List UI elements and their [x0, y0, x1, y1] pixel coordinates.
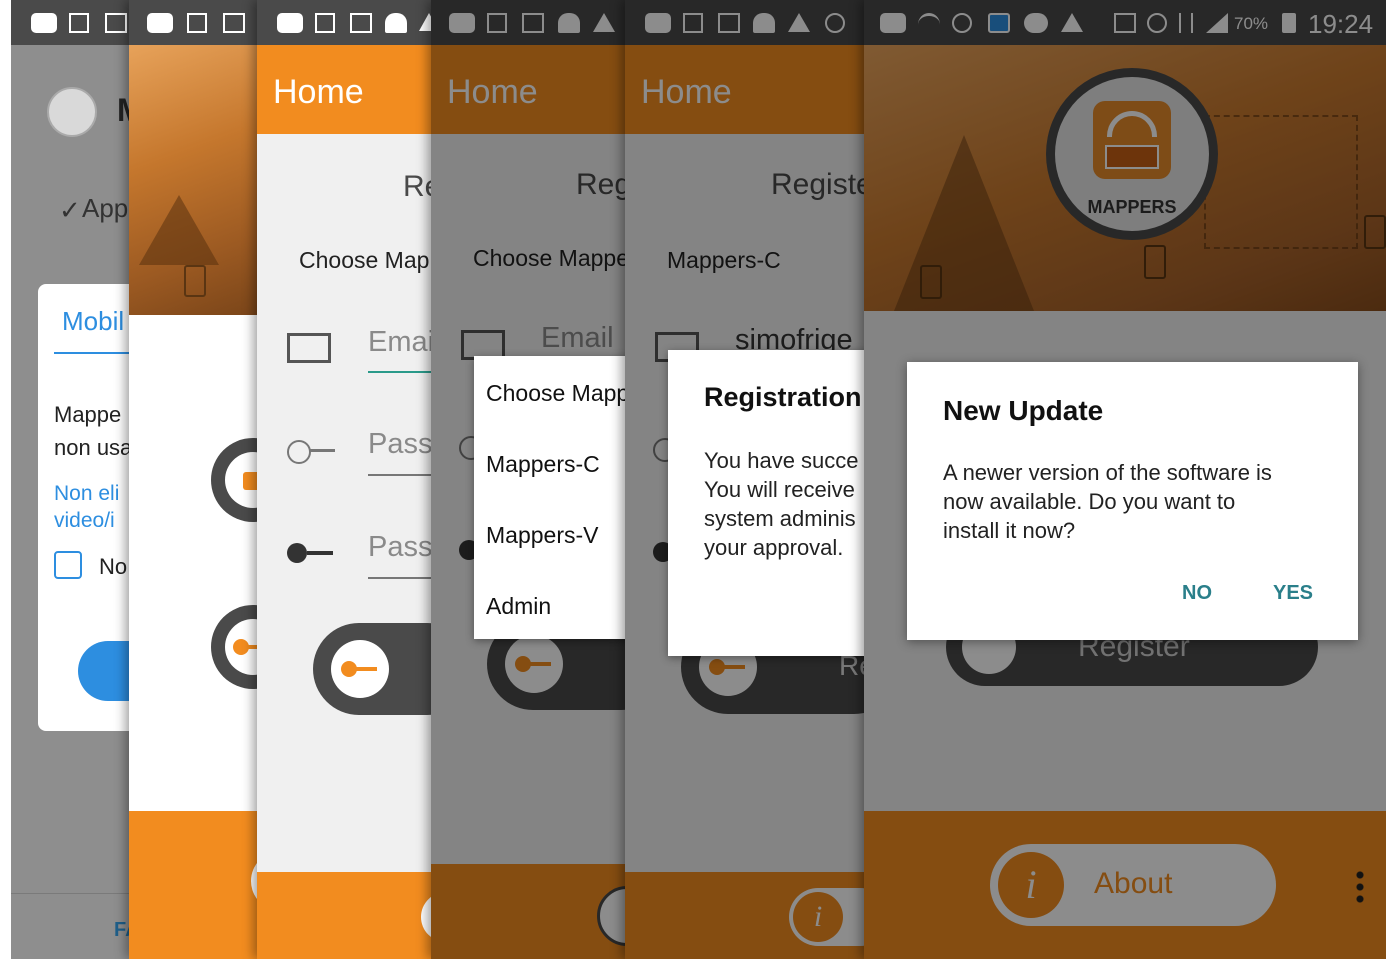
register-button[interactable]	[313, 623, 433, 715]
app-header: Home	[257, 45, 433, 134]
section-label: App	[82, 193, 129, 223]
confirm-key-icon	[287, 543, 307, 563]
mountain-sketch	[139, 195, 219, 265]
dialog-body-line2: non usa	[54, 435, 131, 460]
chat-icon	[277, 13, 303, 33]
dialog-title: New Update	[943, 395, 1104, 426]
screen-role-menu: Home Reg Choose Mappe Email Choose Mapp …	[431, 0, 627, 959]
dialog-line2: You will receive	[704, 477, 855, 502]
register-heading: Re	[403, 170, 433, 203]
email-input[interactable]: Emai	[368, 326, 433, 359]
confirm-underline	[368, 577, 433, 579]
dialog-line3: install it now?	[943, 518, 1076, 543]
gallery-icon	[315, 13, 335, 33]
dont-show-checkbox[interactable]	[54, 551, 82, 579]
dialog-line1: You have succe	[704, 448, 859, 473]
screen-register: Home Re Choose Map Emai Pass Pass	[257, 0, 433, 959]
bottom-bar	[257, 872, 433, 959]
dialog-ok-button[interactable]	[78, 641, 131, 701]
update-dialog: New Update A newer version of the softwa…	[907, 362, 1358, 640]
key-button[interactable]	[211, 605, 259, 689]
password-input[interactable]: Pass	[368, 428, 432, 461]
dialog-line1: A newer version of the software is	[943, 460, 1272, 485]
password-key-icon	[287, 440, 311, 464]
yes-button[interactable]: YES	[1273, 582, 1313, 605]
phone-sketch	[184, 265, 206, 297]
status-bar	[11, 0, 131, 45]
header-title: Home	[273, 73, 364, 111]
password-key-shaft	[309, 449, 335, 452]
role-spinner[interactable]: Choose Map	[299, 247, 429, 274]
menu-item-admin[interactable]: Admin	[486, 593, 551, 620]
password-underline	[368, 474, 433, 476]
unlock-icon	[225, 452, 259, 508]
chat-icon	[147, 13, 173, 33]
checkbox-label: No	[99, 554, 128, 579]
tab-underline	[54, 352, 131, 354]
dialog-line4: your approval.	[704, 535, 844, 560]
language-dialog: Mobil Mappe non usa Non eli video/i No	[38, 284, 131, 731]
screen-update: 70% 19:24 MAPPERS Register i About New U…	[864, 0, 1386, 959]
hero-image	[129, 45, 259, 315]
screen-registration-done: Home Registe Mappers-C simofrige Re i Re…	[625, 0, 866, 959]
key-bit	[355, 667, 377, 671]
confirm-password-input[interactable]: Pass	[368, 531, 432, 564]
mail-icon	[350, 13, 372, 33]
gallery-icon	[69, 13, 89, 33]
dialog-link-line2[interactable]: video/i	[54, 509, 115, 533]
dialog-line3: system adminis	[704, 506, 856, 531]
menu-item-mappers-v[interactable]: Mappers-V	[486, 522, 598, 549]
menu-item-mappers-c[interactable]: Mappers-C	[486, 451, 600, 478]
app-logo	[47, 87, 97, 137]
key-icon	[331, 640, 389, 698]
screen-splash	[129, 0, 259, 959]
status-bar	[129, 0, 259, 45]
bottom-bar	[129, 811, 259, 959]
mail-icon	[105, 13, 127, 33]
unlock-button[interactable]	[211, 438, 259, 522]
android-icon	[385, 13, 407, 33]
gallery-icon	[187, 13, 207, 33]
registration-dialog: Registration You have succe You will rec…	[668, 350, 866, 656]
menu-title: Choose Mapp	[486, 380, 627, 406]
email-icon	[287, 333, 331, 363]
dialog-tab[interactable]: Mobil	[62, 306, 124, 337]
role-menu: Choose Mapp Mappers-C Mappers-V Admin	[474, 356, 627, 639]
email-underline	[368, 371, 433, 373]
screen-language-dialog: M ✓ App Mobil Mappe non usa Non eli vide…	[11, 0, 131, 959]
check-icon: ✓	[59, 195, 81, 225]
status-bar	[257, 0, 433, 45]
chat-icon	[31, 13, 57, 33]
mail-icon	[223, 13, 245, 33]
confirm-key-shaft	[307, 551, 333, 555]
dialog-line2: now available. Do you want to	[943, 489, 1236, 514]
no-button[interactable]: NO	[1182, 582, 1212, 605]
key-icon	[225, 619, 259, 675]
dialog-link-line1[interactable]: Non eli	[54, 482, 119, 506]
dialog-body-line1: Mappe	[54, 402, 122, 427]
dialog-title: Registration	[704, 382, 862, 412]
footer-divider	[11, 893, 131, 894]
